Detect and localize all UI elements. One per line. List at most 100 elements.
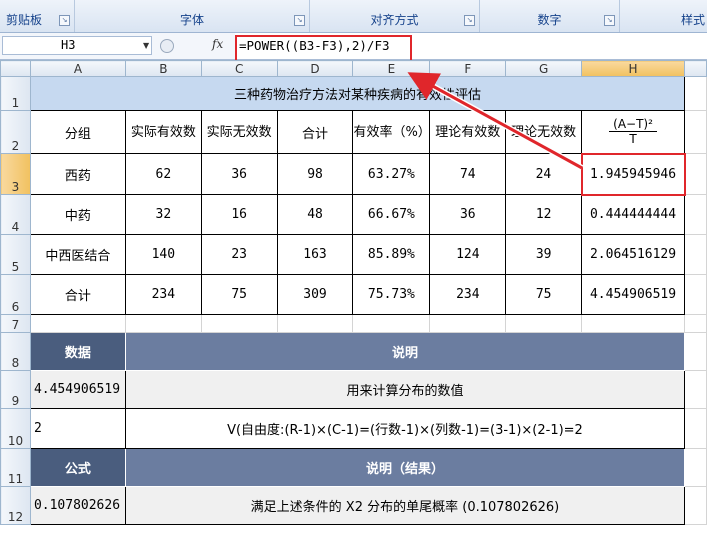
cell[interactable] xyxy=(276,314,354,333)
column-header-b[interactable]: B xyxy=(124,60,202,77)
cell[interactable] xyxy=(684,234,707,275)
ribbon-group-clipboard[interactable]: 剪贴板 ↘ xyxy=(0,0,75,32)
row-header-7[interactable]: 7 xyxy=(0,314,31,333)
cell[interactable] xyxy=(684,486,707,525)
column-header-h[interactable]: H xyxy=(581,60,686,77)
cell-effective-rate[interactable]: 63.27% xyxy=(352,153,431,195)
cell-group[interactable]: 西药 xyxy=(29,153,126,195)
ribbon-group-font[interactable]: 字体 ↘ xyxy=(75,0,310,32)
cell-description[interactable]: 用来计算分布的数值 xyxy=(124,370,686,409)
cell[interactable] xyxy=(352,314,431,333)
cell-total[interactable]: 98 xyxy=(276,153,354,195)
cell-chi-term[interactable]: 4.454906519 xyxy=(581,274,686,315)
cell-group[interactable]: 中西医结合 xyxy=(29,234,126,275)
cell[interactable] xyxy=(429,314,507,333)
name-box[interactable]: H3 xyxy=(2,36,152,55)
column-header-f[interactable]: F xyxy=(429,60,507,77)
row-header-2[interactable]: 2 xyxy=(0,110,31,154)
cell-chi-term[interactable]: 0.444444444 xyxy=(581,194,686,235)
cell[interactable] xyxy=(684,332,707,371)
ribbon-group-alignment[interactable]: 对齐方式 ↘ xyxy=(310,0,480,32)
cell-total[interactable]: 48 xyxy=(276,194,354,235)
cell-theory-ineffective[interactable]: 39 xyxy=(505,234,583,275)
section-header-formula[interactable]: 公式 xyxy=(29,448,126,487)
cell-theory-effective[interactable]: 74 xyxy=(429,153,507,195)
dialog-launcher-icon[interactable]: ↘ xyxy=(604,15,615,26)
cell-formula-value[interactable]: 0.107802626 xyxy=(29,486,126,525)
cell-theory-effective[interactable]: 234 xyxy=(429,274,507,315)
cell-actual-effective[interactable]: 62 xyxy=(124,153,202,195)
name-box-dropdown-icon[interactable]: ▼ xyxy=(143,41,149,50)
cell-group[interactable]: 合计 xyxy=(29,274,126,315)
row-header-4[interactable]: 4 xyxy=(0,194,31,235)
cell-effective-rate[interactable]: 85.89% xyxy=(352,234,431,275)
insert-function-icon[interactable]: fx xyxy=(212,37,223,51)
cell-theory-ineffective[interactable]: 24 xyxy=(505,153,583,195)
cell[interactable] xyxy=(505,314,583,333)
cell-actual-ineffective[interactable]: 16 xyxy=(200,194,278,235)
header-actual-effective[interactable]: 实际有效数 xyxy=(124,110,202,154)
cell-actual-ineffective[interactable]: 23 xyxy=(200,234,278,275)
cell-effective-rate[interactable]: 66.67% xyxy=(352,194,431,235)
cell-group[interactable]: 中药 xyxy=(29,194,126,235)
cell-description[interactable]: V(自由度:(R-1)×(C-1)=(行数-1)×(列数-1)=(3-1)×(2… xyxy=(124,408,686,449)
cell-actual-ineffective[interactable]: 36 xyxy=(200,153,278,195)
cell-result-description[interactable]: 满足上述条件的 X2 分布的单尾概率 (0.107802626) xyxy=(124,486,686,525)
formula-bar-handle-icon[interactable] xyxy=(160,39,174,53)
cell[interactable] xyxy=(581,314,686,333)
header-theory-effective[interactable]: 理论有效数 xyxy=(429,110,507,154)
cell-data-value[interactable]: 4.454906519 xyxy=(29,370,126,409)
cell[interactable] xyxy=(684,314,707,333)
column-header-e[interactable]: E xyxy=(352,60,431,77)
header-chi-term[interactable]: (A−T)² T xyxy=(581,110,686,154)
cell[interactable] xyxy=(684,408,707,449)
cell-theory-ineffective[interactable]: 75 xyxy=(505,274,583,315)
cell[interactable] xyxy=(684,153,707,195)
column-header-a[interactable]: A xyxy=(29,60,126,77)
cell[interactable] xyxy=(684,76,707,111)
cell-actual-effective[interactable]: 234 xyxy=(124,274,202,315)
header-total[interactable]: 合计 xyxy=(276,110,354,154)
header-effective-rate[interactable]: 有效率（%） xyxy=(352,110,431,154)
cell[interactable] xyxy=(684,194,707,235)
row-header-1[interactable]: 1 xyxy=(0,76,31,111)
cell[interactable] xyxy=(684,274,707,315)
cell-chi-term[interactable]: 2.064516129 xyxy=(581,234,686,275)
cell-theory-ineffective[interactable]: 12 xyxy=(505,194,583,235)
dialog-launcher-icon[interactable]: ↘ xyxy=(464,15,475,26)
row-header-9[interactable]: 9 xyxy=(0,370,31,409)
cell-total[interactable]: 163 xyxy=(276,234,354,275)
ribbon-group-styles[interactable]: 样式 xyxy=(620,0,707,32)
cell-data-value[interactable]: 2 xyxy=(29,408,126,449)
cell-total[interactable]: 309 xyxy=(276,274,354,315)
cell[interactable] xyxy=(684,448,707,487)
section-header-description[interactable]: 说明 xyxy=(124,332,686,371)
header-group[interactable]: 分组 xyxy=(29,110,126,154)
cell-actual-ineffective[interactable]: 75 xyxy=(200,274,278,315)
ribbon-group-number[interactable]: 数字 ↘ xyxy=(480,0,620,32)
row-header-6[interactable]: 6 xyxy=(0,274,31,315)
row-header-8[interactable]: 8 xyxy=(0,332,31,371)
cell[interactable] xyxy=(29,314,126,333)
cell-theory-effective[interactable]: 124 xyxy=(429,234,507,275)
cell[interactable] xyxy=(124,314,202,333)
cell[interactable] xyxy=(684,370,707,409)
dialog-launcher-icon[interactable]: ↘ xyxy=(294,15,305,26)
cell-theory-effective[interactable]: 36 xyxy=(429,194,507,235)
column-header-c[interactable]: C xyxy=(200,60,278,77)
section-header-data[interactable]: 数据 xyxy=(29,332,126,371)
cell-actual-effective[interactable]: 32 xyxy=(124,194,202,235)
row-header-3[interactable]: 3 xyxy=(0,153,31,195)
column-header-g[interactable]: G xyxy=(505,60,583,77)
cell[interactable] xyxy=(200,314,278,333)
header-actual-ineffective[interactable]: 实际无效数 xyxy=(200,110,278,154)
dialog-launcher-icon[interactable]: ↘ xyxy=(59,15,70,26)
row-header-12[interactable]: 12 xyxy=(0,486,31,525)
cell-actual-effective[interactable]: 140 xyxy=(124,234,202,275)
header-theory-ineffective[interactable]: 理论无效数 xyxy=(505,110,583,154)
row-header-5[interactable]: 5 xyxy=(0,234,31,275)
cell-effective-rate[interactable]: 75.73% xyxy=(352,274,431,315)
row-header-11[interactable]: 11 xyxy=(0,448,31,487)
cell[interactable] xyxy=(684,110,707,154)
section-header-result[interactable]: 说明（结果） xyxy=(124,448,686,487)
